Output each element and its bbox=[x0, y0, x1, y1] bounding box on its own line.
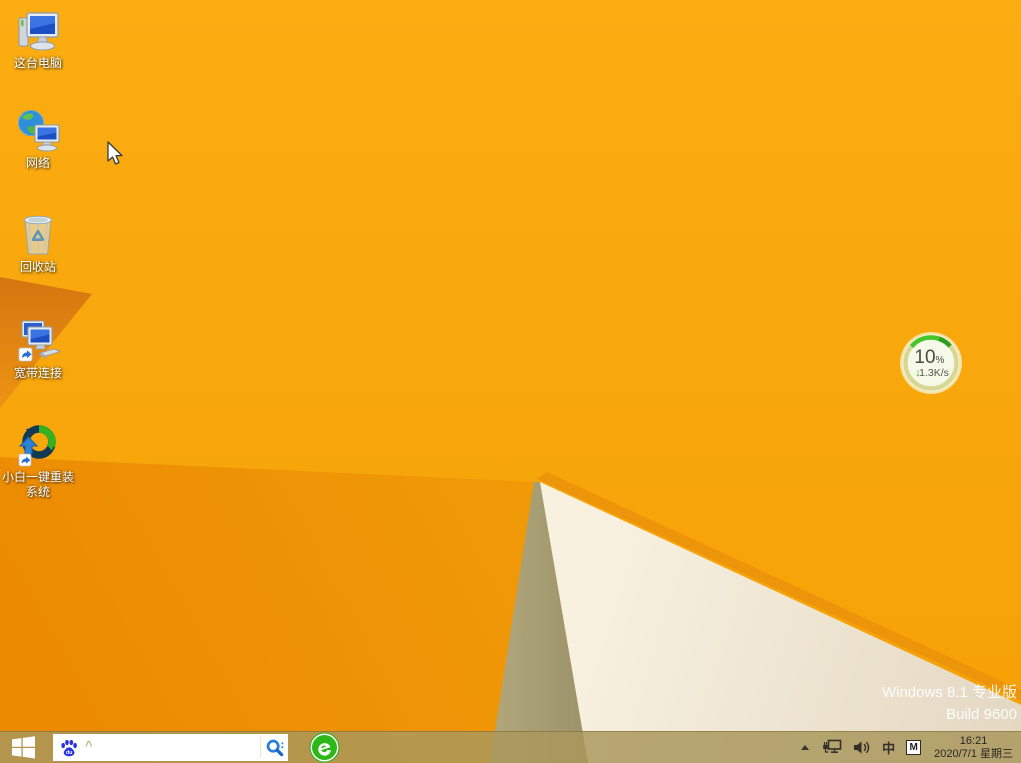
percent-sign: % bbox=[936, 355, 945, 366]
network-tray-icon[interactable] bbox=[821, 739, 842, 756]
download-percent: 10 bbox=[914, 347, 935, 368]
search-icon[interactable] bbox=[264, 737, 286, 759]
start-button[interactable] bbox=[8, 736, 38, 760]
clock-time: 16:21 bbox=[959, 734, 988, 747]
desktop-icon-label: 宽带连接 bbox=[13, 366, 62, 380]
desktop-icon-label: 这台电脑 bbox=[13, 56, 62, 70]
search-divider bbox=[260, 737, 261, 758]
desktop-icon-xiaobai-reinstall[interactable]: 小白一键重装系统 bbox=[0, 421, 76, 500]
windows-logo-icon bbox=[11, 736, 35, 759]
desktop-icon-broadband[interactable]: 宽带连接 bbox=[0, 317, 76, 381]
taskbar-search-box[interactable]: du ^ bbox=[53, 734, 288, 761]
search-input[interactable] bbox=[94, 736, 260, 759]
desktop-icon-this-pc[interactable]: 这台电脑 bbox=[0, 7, 76, 71]
wallpaper bbox=[0, 0, 1021, 763]
desktop-icon-recycle-bin[interactable]: 回收站 bbox=[0, 211, 76, 275]
recycle-bin-icon bbox=[24, 215, 52, 255]
desktop-icon-label: 网络 bbox=[25, 156, 50, 170]
svg-text:du: du bbox=[66, 749, 73, 755]
clock-date: 2020/7/1 星期三 bbox=[934, 747, 1013, 760]
volume-tray-icon[interactable] bbox=[853, 740, 871, 755]
desktop-icon-label: 小白一键重装系统 bbox=[1, 470, 74, 499]
green-browser-icon[interactable] bbox=[309, 732, 340, 763]
desktop-icon-network[interactable]: 网络 bbox=[0, 107, 76, 171]
network-speed-float-ball[interactable]: 10 % ↓ 1.3K/s bbox=[899, 331, 963, 395]
chevron-up-icon[interactable]: ^ bbox=[85, 738, 93, 753]
ime-mode-indicator[interactable]: M bbox=[906, 740, 922, 755]
download-speed: 1.3K/s bbox=[919, 367, 949, 379]
this-pc-icon bbox=[18, 12, 59, 51]
show-hidden-icons-chevron[interactable] bbox=[800, 744, 810, 751]
taskbar-clock[interactable]: 16:21 2020/7/1 星期三 bbox=[934, 735, 1013, 761]
watermark-edition: Windows 8.1 专业版 bbox=[881, 684, 1017, 701]
system-tray: 中 M 16:21 2020/7/1 星期三 bbox=[800, 735, 1013, 761]
xiaobai-reinstall-icon bbox=[18, 425, 56, 467]
taskbar: du ^ 中 M 16:21 2020/7/1 星期三 bbox=[0, 731, 1021, 763]
desktop: 这台电脑 网络 回收站 宽带连接 小白一键重装系统 10 % ↓ 1.3K/s … bbox=[0, 0, 1021, 763]
windows-watermark: Windows 8.1 专业版 Build 9600 bbox=[882, 682, 1017, 726]
watermark-build: Build 9600 bbox=[946, 706, 1017, 723]
baidu-logo-icon: du bbox=[61, 739, 77, 756]
broadband-connection-icon bbox=[18, 320, 62, 362]
desktop-icon-label: 回收站 bbox=[19, 260, 56, 274]
network-icon bbox=[18, 110, 60, 152]
ime-language-indicator[interactable]: 中 bbox=[882, 738, 895, 757]
